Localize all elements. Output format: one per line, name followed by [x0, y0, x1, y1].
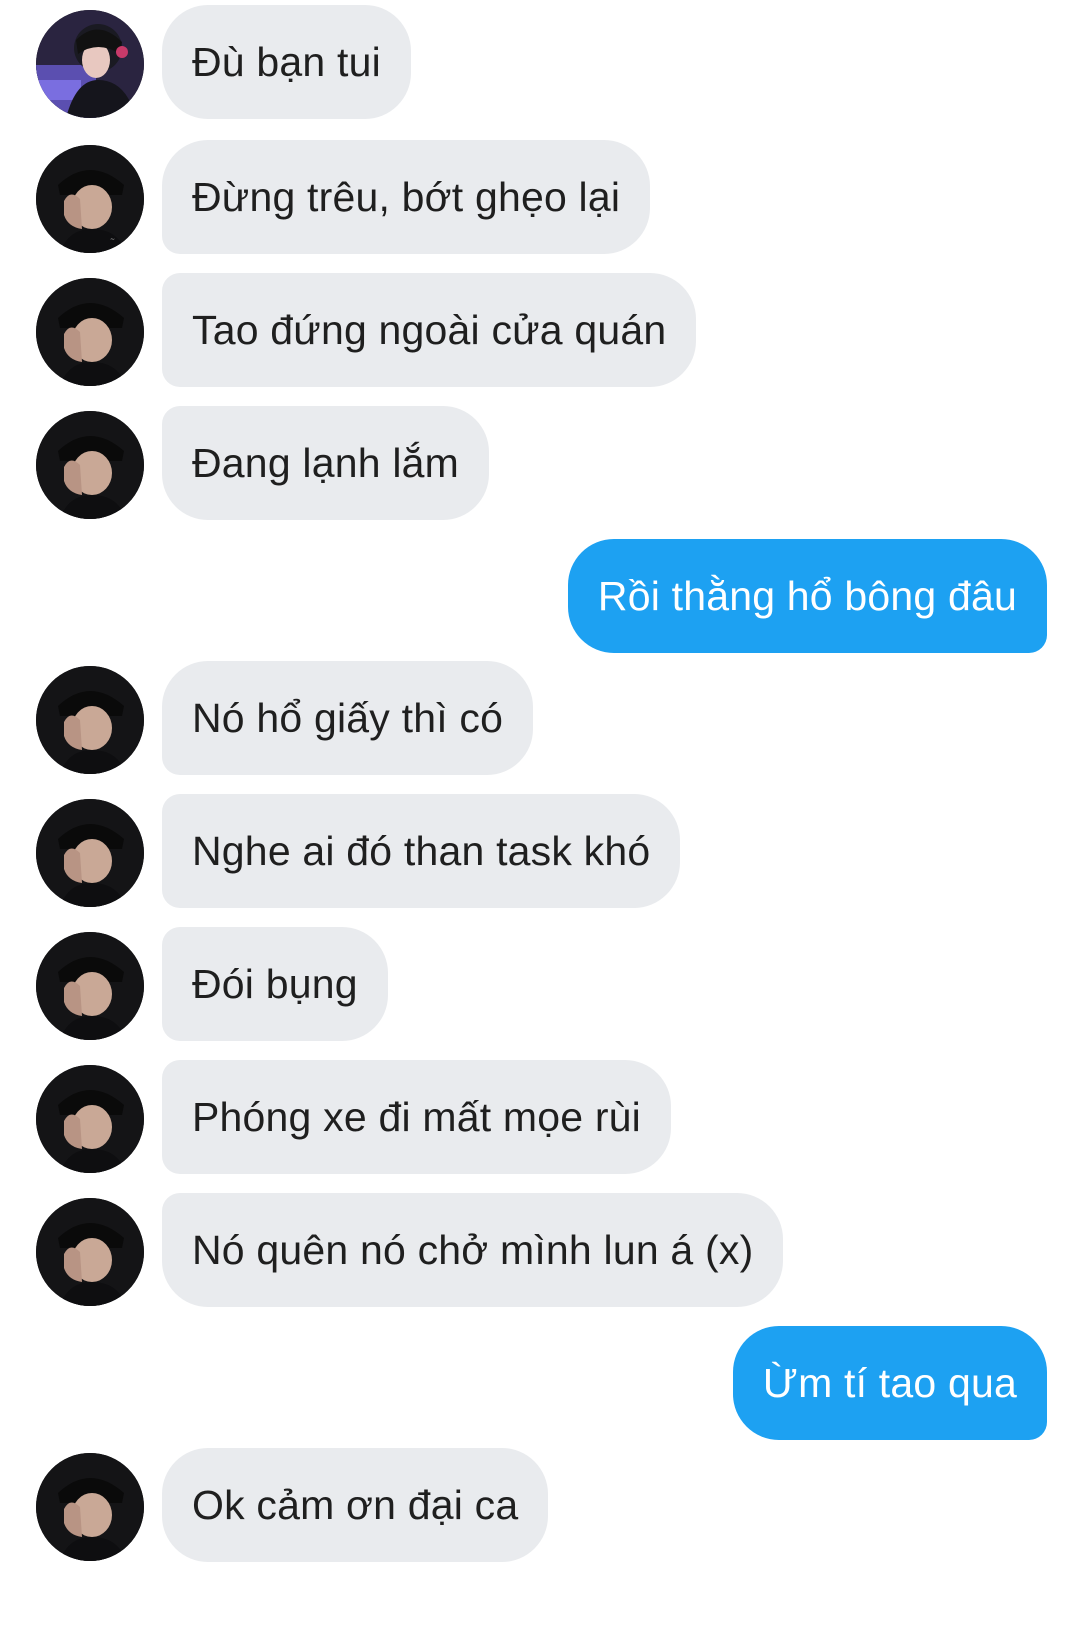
- message-thread: Đù bạn tui ~ Đừng trêu, bớt ghẹo lại Tao…: [0, 0, 1080, 1626]
- message-row: Đói bụng: [0, 927, 1080, 1041]
- message-row: Đang lạnh lắm: [0, 406, 1080, 520]
- incoming-message-bubble[interactable]: Nó quên nó chở mình lun á (x): [162, 1193, 784, 1307]
- incoming-message-bubble[interactable]: Nghe ai đó than task khó: [162, 794, 681, 908]
- avatar[interactable]: [36, 799, 144, 907]
- avatar[interactable]: [36, 666, 144, 774]
- profile-photo-dark-icon: [36, 1065, 144, 1173]
- avatar[interactable]: [36, 10, 144, 118]
- avatar[interactable]: [36, 1453, 144, 1561]
- profile-photo-dark-icon: [36, 1198, 144, 1306]
- avatar[interactable]: [36, 411, 144, 519]
- message-row: Rồi thằng hổ bông đâu: [0, 539, 1080, 653]
- incoming-message-bubble[interactable]: Phóng xe đi mất mọe rùi: [162, 1060, 671, 1174]
- message-row: Nghe ai đó than task khó: [0, 794, 1080, 908]
- incoming-message-bubble[interactable]: Đừng trêu, bớt ghẹo lại: [162, 140, 651, 254]
- incoming-message-bubble[interactable]: Đói bụng: [162, 927, 388, 1041]
- profile-photo-dark-icon: [36, 799, 144, 907]
- incoming-message-bubble[interactable]: Tao đứng ngoài cửa quán: [162, 273, 697, 387]
- outgoing-message-bubble[interactable]: Rồi thằng hổ bông đâu: [567, 539, 1047, 653]
- avatar[interactable]: [36, 932, 144, 1040]
- profile-photo-dark-icon: [36, 932, 144, 1040]
- profile-photo-dark-icon: [36, 1453, 144, 1561]
- profile-photo-dark-icon: [36, 278, 144, 386]
- profile-photo-dark-icon: ~: [36, 145, 144, 253]
- incoming-message-bubble[interactable]: Đang lạnh lắm: [162, 406, 489, 520]
- outgoing-message-bubble[interactable]: Ừm tí tao qua: [732, 1326, 1047, 1440]
- message-row: Nó hổ giấy thì có: [0, 661, 1080, 775]
- avatar[interactable]: [36, 1198, 144, 1306]
- avatar[interactable]: [36, 1065, 144, 1173]
- message-row: ~ Đừng trêu, bớt ghẹo lại: [0, 140, 1080, 254]
- message-row: Ừm tí tao qua: [0, 1326, 1080, 1440]
- message-row: Nó quên nó chở mình lun á (x): [0, 1193, 1080, 1307]
- svg-text:~: ~: [110, 236, 115, 243]
- incoming-message-bubble[interactable]: Đù bạn tui: [162, 5, 411, 119]
- profile-photo-dark-icon: [36, 666, 144, 774]
- message-row: Phóng xe đi mất mọe rùi: [0, 1060, 1080, 1174]
- profile-photo-dark-icon: [36, 411, 144, 519]
- incoming-message-bubble[interactable]: Nó hổ giấy thì có: [162, 661, 534, 775]
- message-row: Ok cảm ơn đại ca: [0, 1448, 1080, 1562]
- profile-photo-purple-icon: [36, 10, 144, 118]
- message-row: Tao đứng ngoài cửa quán: [0, 273, 1080, 387]
- incoming-message-bubble[interactable]: Ok cảm ơn đại ca: [162, 1448, 549, 1562]
- avatar[interactable]: ~: [36, 145, 144, 253]
- message-row: Đù bạn tui: [0, 5, 1080, 119]
- avatar[interactable]: [36, 278, 144, 386]
